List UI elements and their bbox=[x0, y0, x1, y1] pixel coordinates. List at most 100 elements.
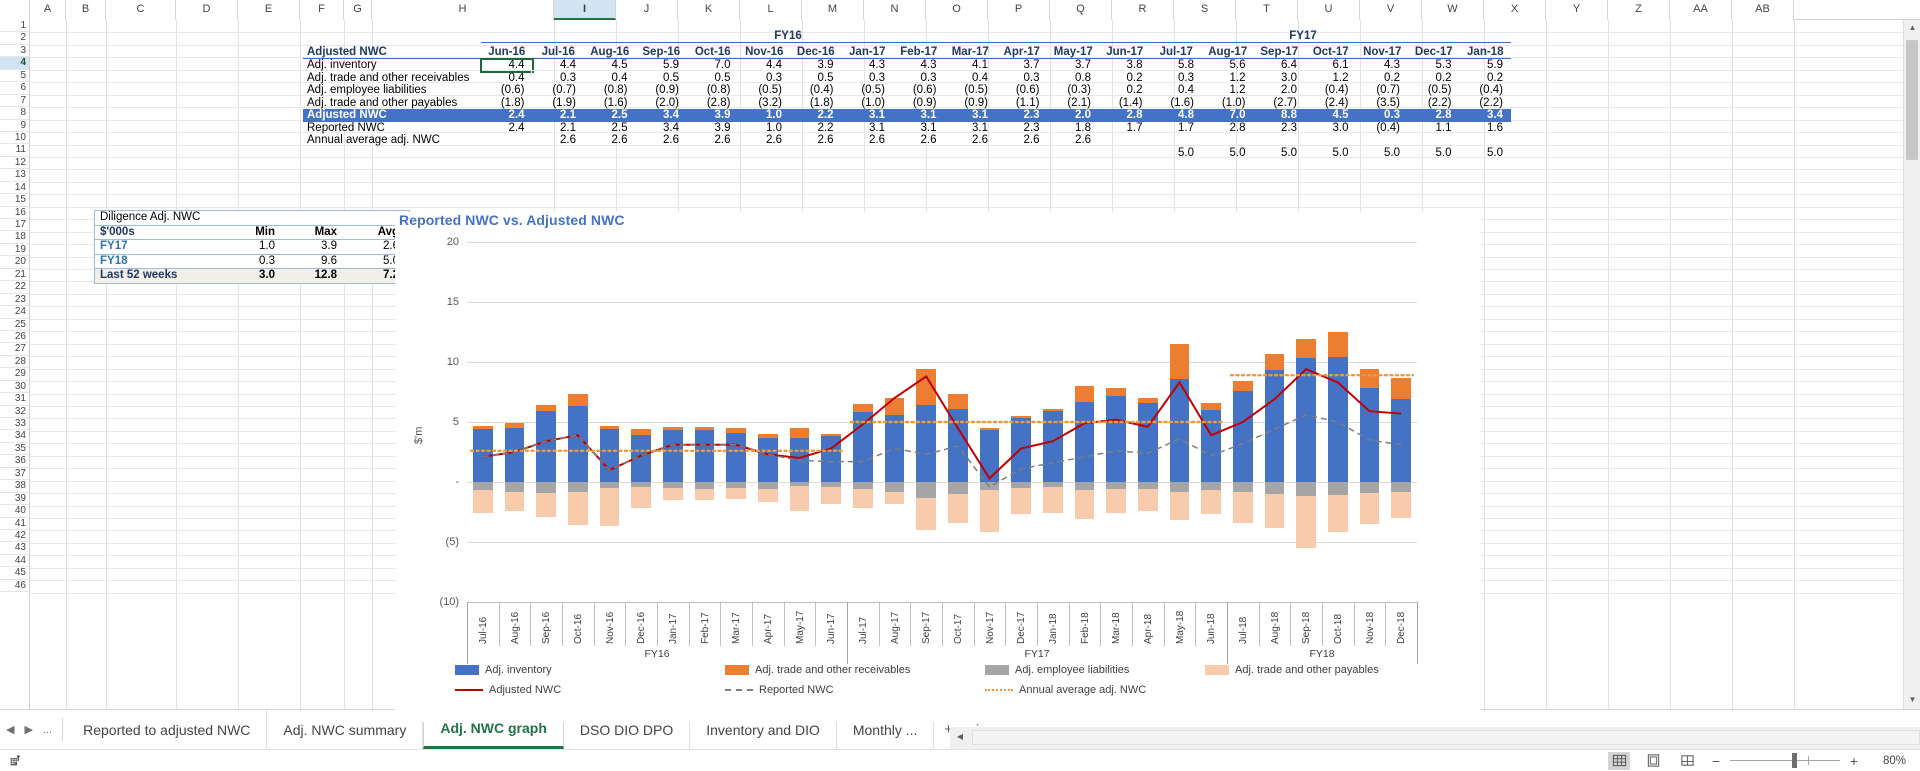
cell-r4-c14[interactable]: 7.0 bbox=[1202, 109, 1254, 121]
cell-r2-c19[interactable]: (0.4) bbox=[1460, 84, 1512, 96]
row-header-8[interactable]: 8 bbox=[0, 107, 29, 120]
row-header-17[interactable]: 17 bbox=[0, 219, 29, 232]
horizontal-scrollbar[interactable]: ◀ bbox=[950, 727, 1920, 749]
row-header-10[interactable]: 10 bbox=[0, 131, 29, 145]
row-header-26[interactable]: 26 bbox=[0, 330, 29, 344]
cell-r5-c14[interactable]: 2.8 bbox=[1202, 122, 1254, 134]
table-row[interactable]: Adj. trade and other payables (1.8) (1.9)(… bbox=[303, 97, 1511, 109]
row-header-16[interactable]: 16 bbox=[0, 206, 29, 219]
cell-r5-c12[interactable]: 1.7 bbox=[1099, 122, 1151, 134]
cell-r4-c17[interactable]: 0.3 bbox=[1357, 109, 1409, 121]
cell-fill-handle[interactable] bbox=[530, 69, 535, 74]
cell-r5-c8[interactable]: 3.1 bbox=[893, 122, 945, 134]
column-header-f[interactable]: F bbox=[300, 0, 344, 20]
cell-r2-c14[interactable]: 1.2 bbox=[1202, 84, 1254, 96]
cell-r6-c13[interactable] bbox=[1151, 134, 1203, 146]
column-header-c[interactable]: C bbox=[106, 0, 176, 20]
cell-r6-c8[interactable]: 2.6 bbox=[893, 134, 945, 146]
row-header-4[interactable]: 4 bbox=[0, 57, 29, 70]
nwc-chart[interactable]: Reported NWC vs. Adjusted NWC $'m 20 15 10… bbox=[395, 212, 1480, 722]
column-header-g[interactable]: G bbox=[344, 0, 372, 20]
column-header-h[interactable]: H bbox=[372, 0, 554, 20]
row-header-31[interactable]: 31 bbox=[0, 393, 29, 406]
column-header-d[interactable]: D bbox=[176, 0, 238, 20]
row-header-30[interactable]: 30 bbox=[0, 380, 29, 394]
cell-r0-c7[interactable]: 4.3 bbox=[842, 59, 894, 72]
column-header-j[interactable]: J bbox=[616, 0, 678, 20]
row-header-12[interactable]: 12 bbox=[0, 156, 29, 170]
column-header-s[interactable]: S bbox=[1174, 0, 1236, 20]
cell-r4-c3[interactable]: 3.4 bbox=[636, 109, 688, 121]
cell-r2-c8[interactable]: (0.6) bbox=[893, 84, 945, 96]
row-header-19[interactable]: 19 bbox=[0, 243, 29, 257]
cell-r0-c8[interactable]: 4.3 bbox=[893, 59, 945, 72]
cell-r1-c7[interactable]: 0.3 bbox=[842, 72, 894, 84]
cell-r2-c15[interactable]: 2.0 bbox=[1254, 84, 1306, 96]
cell-r0-c18[interactable]: 5.3 bbox=[1408, 59, 1460, 72]
row-header-28[interactable]: 28 bbox=[0, 355, 29, 369]
cell-r0-c12[interactable]: 3.8 bbox=[1099, 59, 1151, 72]
cell-r3-c10[interactable]: (1.1) bbox=[996, 97, 1048, 109]
row-header-20[interactable]: 20 bbox=[0, 256, 29, 269]
table-row[interactable]: Reported NWC 2.4 2.1 2.5 3.4 3.9 1.0 2.2 3.1 3.1 3… bbox=[303, 122, 1511, 134]
row-header-27[interactable]: 27 bbox=[0, 343, 29, 356]
row-header-36[interactable]: 36 bbox=[0, 455, 29, 468]
cell-r3-c15[interactable]: (2.7) bbox=[1254, 97, 1306, 109]
cell-r5-c16[interactable]: 3.0 bbox=[1305, 122, 1357, 134]
cell-r3-c0[interactable]: (1.8) bbox=[481, 97, 533, 109]
cell-r1-c2[interactable]: 0.4 bbox=[584, 72, 636, 84]
row-header-1[interactable]: 1 bbox=[0, 20, 29, 33]
vertical-scroll-thumb[interactable] bbox=[1906, 40, 1918, 160]
row-header-25[interactable]: 25 bbox=[0, 318, 29, 331]
column-header-q[interactable]: Q bbox=[1050, 0, 1112, 20]
cell-r1-c18[interactable]: 0.2 bbox=[1408, 72, 1460, 84]
cell-r2-c0[interactable]: (0.6) bbox=[481, 84, 533, 96]
cell-r2-c2[interactable]: (0.8) bbox=[584, 84, 636, 96]
cell-r1-c5[interactable]: 0.3 bbox=[739, 72, 791, 84]
cell-r7-c7[interactable] bbox=[842, 147, 894, 159]
column-header-r[interactable]: R bbox=[1112, 0, 1174, 20]
sheet-tab-reported-to-adjusted-nwc[interactable]: Reported to adjusted NWC bbox=[67, 710, 268, 749]
cell-r7-c8[interactable] bbox=[893, 147, 945, 159]
cell-r7-c9[interactable] bbox=[945, 147, 997, 159]
cell-r5-c2[interactable]: 2.5 bbox=[584, 122, 636, 134]
cell-r5-c4[interactable]: 3.9 bbox=[687, 122, 739, 134]
column-header-z[interactable]: Z bbox=[1608, 0, 1670, 20]
row-header-32[interactable]: 32 bbox=[0, 405, 29, 418]
table-row[interactable]: Adj. employee liabilities (0.6) (0.7) (0.8)… bbox=[303, 84, 1511, 96]
row-header-11[interactable]: 11 bbox=[0, 144, 29, 157]
cell-r6-c14[interactable] bbox=[1202, 134, 1254, 146]
chart-legend-item[interactable]: Annual average adj. NWC bbox=[985, 684, 1146, 696]
row-header-18[interactable]: 18 bbox=[0, 231, 29, 244]
cell-r3-c1[interactable]: (1.9) bbox=[533, 97, 585, 109]
cell-r4-c1[interactable]: 2.1 bbox=[533, 109, 585, 121]
cell-r7-c6[interactable] bbox=[790, 147, 842, 159]
column-header-x[interactable]: X bbox=[1484, 0, 1546, 20]
row-header-7[interactable]: 7 bbox=[0, 94, 29, 108]
tab-ellipsis-icon[interactable]: ... bbox=[43, 724, 52, 736]
cell-r2-c12[interactable]: 0.2 bbox=[1099, 84, 1151, 96]
cell-r1-c13[interactable]: 0.3 bbox=[1151, 72, 1203, 84]
chart-legend-item[interactable]: Adj. employee liabilities bbox=[985, 664, 1129, 676]
cell-r6-c7[interactable]: 2.6 bbox=[842, 134, 894, 146]
cell-r4-c18[interactable]: 2.8 bbox=[1408, 109, 1460, 121]
table-row[interactable]: Adj. inventory 4.4 4.4 4.5 5.9 7.0 4.4 3.9 4.3 4.… bbox=[303, 57, 1511, 74]
cell-r0-c9[interactable]: 4.1 bbox=[945, 59, 997, 72]
cell-r1-c19[interactable]: 0.2 bbox=[1460, 72, 1512, 84]
tab-prev-icon[interactable]: ◀ bbox=[6, 723, 14, 736]
cell-r6-c5[interactable]: 2.6 bbox=[739, 134, 791, 146]
cell-r5-c1[interactable]: 2.1 bbox=[533, 122, 585, 134]
cell-r3-c19[interactable]: (2.2) bbox=[1460, 97, 1512, 109]
cell-r7-c18[interactable]: 5.0 bbox=[1408, 147, 1460, 159]
cell-r1-c4[interactable]: 0.5 bbox=[687, 72, 739, 84]
cell-r0-c6[interactable]: 3.9 bbox=[790, 59, 842, 72]
column-header-t[interactable]: T bbox=[1236, 0, 1298, 20]
cell-r2-c6[interactable]: (0.4) bbox=[790, 84, 842, 96]
row-header-42[interactable]: 42 bbox=[0, 529, 29, 543]
cell-r4-c11[interactable]: 2.0 bbox=[1048, 109, 1100, 121]
cell-r1-c17[interactable]: 0.2 bbox=[1357, 72, 1409, 84]
cell-r6-c3[interactable]: 2.6 bbox=[636, 134, 688, 146]
cell-r6-c1[interactable]: 2.6 bbox=[533, 134, 585, 146]
scroll-left-arrow[interactable]: ◀ bbox=[952, 730, 968, 745]
page-break-preview-button[interactable] bbox=[1676, 752, 1698, 770]
